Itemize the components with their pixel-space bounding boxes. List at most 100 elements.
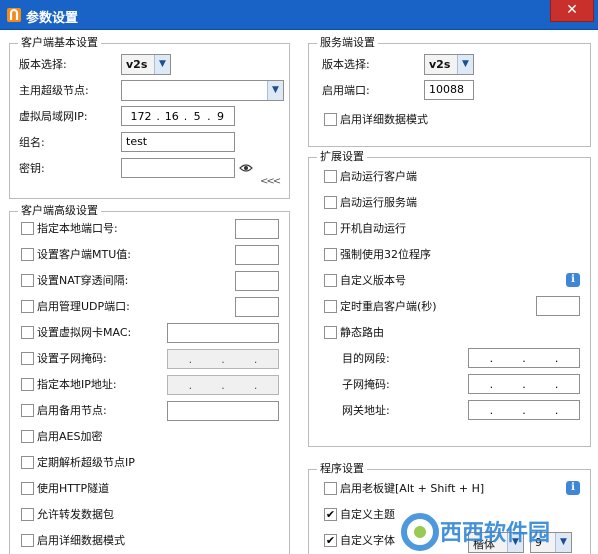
ip-dot: . [489, 377, 494, 391]
mgmt-udp-checkbox[interactable] [21, 300, 34, 313]
backup-node-input[interactable] [167, 401, 279, 421]
route-dest-label: 目的网段: [342, 352, 390, 365]
http-tunnel-checkbox[interactable] [21, 482, 34, 495]
mac-checkbox[interactable] [21, 326, 34, 339]
eye-icon[interactable] [239, 163, 253, 173]
version-label: 版本选择: [19, 58, 67, 71]
group-title: 程序设置 [317, 462, 367, 476]
custom-font-checkbox[interactable]: ✔ [324, 534, 337, 547]
nat-interval-label: 设置NAT穿透间隔: [37, 274, 129, 287]
backup-node-label: 启用备用节点: [37, 404, 107, 417]
ip-octet: 16 [164, 109, 179, 123]
key-input[interactable] [121, 158, 235, 178]
checkmark-icon: ✔ [325, 534, 336, 547]
group-title: 扩展设置 [317, 150, 367, 164]
forward-packets-label: 允许转发数据包 [37, 508, 114, 521]
local-port-input[interactable] [235, 219, 279, 239]
title-bar: 参数设置 ✕ [0, 0, 598, 30]
info-icon[interactable]: i [566, 481, 580, 495]
group-name-input[interactable]: test [121, 132, 235, 152]
local-ip-checkbox[interactable] [21, 378, 34, 391]
autostart-server-checkbox[interactable] [324, 196, 337, 209]
group-title: 客户端高级设置 [18, 204, 101, 218]
client-verbose-checkbox[interactable] [21, 534, 34, 547]
server-version-value: v2s [429, 58, 451, 71]
custom-version-checkbox[interactable] [324, 274, 337, 287]
collapse-icon[interactable]: <<< [260, 176, 281, 187]
boss-key-checkbox[interactable] [324, 482, 337, 495]
local-ip-input[interactable]: . . . [167, 375, 279, 395]
route-gateway-label: 网关地址: [342, 404, 390, 417]
server-version-select[interactable]: v2s ▼ [424, 54, 474, 75]
aes-checkbox[interactable] [21, 430, 34, 443]
server-verbose-label: 启用详细数据模式 [340, 113, 428, 126]
timed-restart-checkbox[interactable] [324, 300, 337, 313]
ip-octet: 5 [193, 109, 201, 123]
nat-interval-checkbox[interactable] [21, 274, 34, 287]
group-name-label: 组名: [19, 136, 45, 149]
ip-dot: . [188, 378, 193, 392]
boot-autorun-label: 开机自动运行 [340, 222, 406, 235]
mac-label: 设置虚拟网卡MAC: [37, 326, 132, 339]
chevron-down-icon: ▼ [154, 55, 170, 74]
ip-dot: . [188, 352, 193, 366]
info-icon[interactable]: i [566, 273, 580, 287]
ip-dot: . [554, 403, 559, 417]
ip-dot: . [253, 378, 258, 392]
custom-theme-checkbox[interactable]: ✔ [324, 508, 337, 521]
static-route-label: 静态路由 [340, 326, 384, 339]
route-dest-input[interactable]: . . . [468, 348, 580, 368]
local-port-checkbox[interactable] [21, 222, 34, 235]
supernode-select[interactable]: ▼ [121, 80, 284, 101]
vlan-ip-label: 虚拟局域网IP: [19, 110, 88, 123]
mgmt-udp-input[interactable] [235, 297, 279, 317]
custom-font-label: 自定义字体 [340, 534, 395, 547]
group-title: 客户端基本设置 [18, 36, 101, 50]
aes-label: 启用AES加密 [37, 430, 103, 443]
http-tunnel-label: 使用HTTP隧道 [37, 482, 110, 495]
ip-dot: . [522, 351, 526, 365]
group-title: 服务端设置 [317, 36, 378, 50]
route-gateway-input[interactable]: . . . [468, 400, 580, 420]
boss-key-label: 启用老板键[Alt + Shift + H] [340, 482, 485, 495]
client-basic-group: 客户端基本设置 版本选择: v2s ▼ 主用超级节点: ▼ 虚拟局域网IP: 1… [9, 36, 290, 199]
client-version-value: v2s [126, 58, 148, 71]
timed-restart-input[interactable] [536, 296, 580, 316]
vlan-ip-input[interactable]: 172. 16. 5. 9 [121, 106, 235, 126]
key-label: 密钥: [19, 162, 45, 175]
custom-version-label: 自定义版本号 [340, 274, 406, 287]
mac-input[interactable] [167, 323, 279, 343]
ip-dot: . [489, 403, 494, 417]
server-verbose-checkbox[interactable] [324, 113, 337, 126]
close-icon: ✕ [566, 2, 578, 18]
watermark-text: 西西软件园 [440, 520, 550, 546]
route-mask-input[interactable]: . . . [468, 374, 580, 394]
server-group: 服务端设置 版本选择: v2s ▼ 启用端口: 10088 启用详细数据模式 [308, 36, 591, 147]
server-port-label: 启用端口: [322, 84, 370, 97]
client-verbose-label: 启用详细数据模式 [37, 534, 125, 547]
route-mask-label: 子网掩码: [342, 378, 390, 391]
autostart-client-checkbox[interactable] [324, 170, 337, 183]
client-advanced-group: 客户端高级设置 指定本地端口号: 设置客户端MTU值: 设置NAT穿透间隔: 启… [9, 204, 290, 554]
backup-node-checkbox[interactable] [21, 404, 34, 417]
subnet-mask-input[interactable]: . . . [167, 349, 279, 369]
mtu-input[interactable] [235, 245, 279, 265]
site-watermark-logo: 西西软件园 [401, 513, 550, 551]
ip-dot: . [253, 352, 258, 366]
subnet-mask-checkbox[interactable] [21, 352, 34, 365]
client-version-select[interactable]: v2s ▼ [121, 54, 171, 75]
settings-panel: 客户端基本设置 版本选择: v2s ▼ 主用超级节点: ▼ 虚拟局域网IP: 1… [0, 30, 598, 554]
server-port-input[interactable]: 10088 [424, 80, 474, 100]
mgmt-udp-label: 启用管理UDP端口: [37, 300, 130, 313]
timed-restart-label: 定时重启客户端(秒) [340, 300, 437, 313]
boot-autorun-checkbox[interactable] [324, 222, 337, 235]
local-port-label: 指定本地端口号: [37, 222, 118, 235]
forward-packets-checkbox[interactable] [21, 508, 34, 521]
mtu-checkbox[interactable] [21, 248, 34, 261]
nat-interval-input[interactable] [235, 271, 279, 291]
force-32bit-label: 强制使用32位程序 [340, 248, 431, 261]
close-button[interactable]: ✕ [550, 0, 594, 22]
static-route-checkbox[interactable] [324, 326, 337, 339]
resolve-supernode-checkbox[interactable] [21, 456, 34, 469]
force-32bit-checkbox[interactable] [324, 248, 337, 261]
